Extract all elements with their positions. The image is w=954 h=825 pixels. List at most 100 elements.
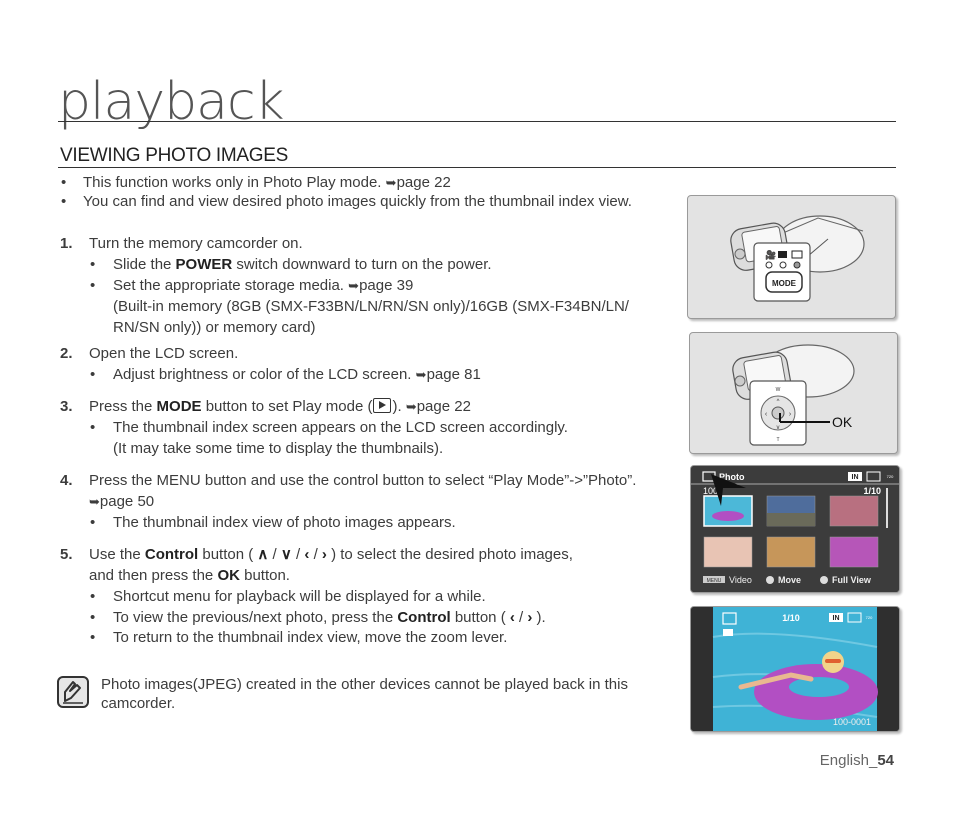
step-5-bullet-1: Shortcut menu for playback will be displ… bbox=[113, 588, 486, 605]
bullet-dot: • bbox=[90, 588, 96, 605]
bullet-dot: • bbox=[90, 366, 96, 383]
step-2-text: Open the LCD screen. bbox=[89, 345, 239, 362]
movie-icon: 🎥 bbox=[765, 249, 776, 261]
figure-full-view-screen: 1/10 IN 720 100-0001 bbox=[690, 606, 900, 732]
lcd-full-view: 1/10 IN 720 100-0001 bbox=[691, 607, 899, 731]
bullet-dot: • bbox=[90, 419, 96, 436]
storage-badge: IN bbox=[833, 615, 840, 622]
figure-thumbnail-screen: Photo IN 720 100- 1/10 MENU Video Move F… bbox=[690, 465, 900, 593]
text: ). bbox=[532, 609, 546, 626]
bullet-dot: • bbox=[90, 514, 96, 531]
page-ref-arrow-icon: ➥ bbox=[385, 175, 397, 190]
footer-move: Move bbox=[778, 575, 801, 585]
camera-icon bbox=[778, 251, 787, 258]
page-ref-link[interactable]: page 22 bbox=[417, 398, 471, 415]
step-2-bullet-1: Adjust brightness or color of the LCD sc… bbox=[113, 364, 481, 385]
thumbnail-purple-flowers[interactable] bbox=[829, 536, 879, 568]
text: button ( bbox=[450, 609, 510, 626]
text: button. bbox=[239, 567, 290, 584]
menu-key-label: MENU bbox=[707, 578, 722, 584]
step-number: 1. bbox=[60, 235, 73, 252]
page-ref-link[interactable]: page 50 bbox=[100, 493, 154, 510]
text: To view the previous/next photo, press t… bbox=[113, 609, 398, 626]
text: button ( bbox=[198, 546, 258, 563]
lcd-thumbnail-view: Photo IN 720 100- 1/10 MENU Video Move F… bbox=[691, 466, 899, 592]
text: ) to select the desired photo images, bbox=[326, 546, 573, 563]
text: Adjust brightness or color of the LCD sc… bbox=[113, 366, 416, 383]
thumbnail-pink-forest[interactable] bbox=[829, 495, 879, 527]
page-footer: English_54 bbox=[820, 752, 894, 769]
text: Press the bbox=[89, 398, 157, 415]
step-4-bullet-1: The thumbnail index view of photo images… bbox=[113, 514, 456, 531]
step-4-text: Press the MENU button and use the contro… bbox=[89, 472, 637, 489]
bullet-dot: • bbox=[90, 277, 96, 294]
storage-badge: IN bbox=[852, 474, 859, 481]
page-ref-link[interactable]: page 22 bbox=[397, 174, 451, 191]
move-dial-icon bbox=[766, 576, 774, 584]
counter: 1/10 bbox=[863, 486, 881, 496]
intro-bullet-1: This function works only in Photo Play m… bbox=[83, 172, 451, 193]
ok-button[interactable] bbox=[771, 406, 785, 420]
note-text-line1: Photo images(JPEG) created in the other … bbox=[101, 676, 628, 693]
resolution-badge-icon: 720 bbox=[887, 474, 894, 479]
step-number: 4. bbox=[60, 472, 73, 489]
page-ref-link[interactable]: page 81 bbox=[427, 366, 481, 383]
bullet-dot: • bbox=[90, 609, 96, 626]
ok-dial-icon bbox=[820, 576, 828, 584]
control-label: Control bbox=[144, 546, 199, 563]
control-label: Control bbox=[397, 609, 451, 626]
step-3-bullet-1-cont: (It may take some time to display the th… bbox=[113, 440, 444, 457]
text: switch downward to turn on the power. bbox=[232, 256, 492, 273]
step-3-bullet-1: The thumbnail index screen appears on th… bbox=[113, 419, 568, 436]
bullet-dot: • bbox=[90, 629, 96, 646]
step-5-text-line2: and then press the OK button. bbox=[89, 565, 290, 586]
play-mode-icon bbox=[373, 398, 392, 413]
left-arrow-icon: ‹ bbox=[509, 609, 515, 626]
text: Slide the bbox=[113, 256, 176, 273]
figure-mode-button: 🎥 MODE bbox=[687, 195, 896, 319]
left-arrow-icon: ‹ bbox=[304, 546, 310, 563]
thumbnail-beach-sand[interactable] bbox=[703, 536, 753, 568]
intro-bullet-1-text: This function works only in Photo Play m… bbox=[83, 174, 386, 191]
camcorder-illustration: 🎥 MODE bbox=[730, 215, 865, 302]
section-title: VIEWING PHOTO IMAGES bbox=[60, 145, 289, 166]
ok-label: OK bbox=[217, 567, 240, 584]
note-pencil-icon bbox=[57, 676, 89, 708]
page-ref-arrow-icon: ➥ bbox=[405, 399, 417, 414]
camcorder-illustration: W ^ ‹ › v T OK bbox=[732, 344, 855, 446]
step-1-bullet-2-cont: (Built-in memory (8GB (SMX-F33BN/LN/RN/S… bbox=[113, 298, 629, 315]
note-pencil-glyph bbox=[63, 681, 83, 704]
ok-label: OK bbox=[832, 414, 853, 430]
zoom-w-label: W bbox=[776, 387, 781, 393]
mode-button-label: MODE bbox=[772, 279, 797, 288]
bullet-dot: • bbox=[61, 193, 67, 210]
step-5-bullet-3: To return to the thumbnail index view, m… bbox=[113, 629, 508, 646]
page-number: 54 bbox=[877, 752, 894, 769]
resolution-badge-icon: 720 bbox=[866, 615, 873, 620]
image-size-icon bbox=[723, 629, 733, 636]
zoom-t-label: T bbox=[776, 437, 779, 443]
page-ref-link[interactable]: page 39 bbox=[359, 277, 413, 294]
up-arrow-icon: ∧ bbox=[257, 546, 269, 563]
text: button to set Play mode ( bbox=[201, 398, 373, 415]
step-number: 5. bbox=[60, 546, 73, 563]
bullet-dot: • bbox=[90, 256, 96, 273]
footer-full-view: Full View bbox=[832, 575, 872, 585]
step-3-text: Press the MODE button to set Play mode (… bbox=[89, 396, 471, 417]
step-5-text: Use the Control button ( ∧ / ∨ / ‹ / › )… bbox=[89, 546, 573, 563]
scrollbar[interactable] bbox=[886, 488, 888, 528]
step-1-bullet-2-cont: RN/SN only)) or memory card) bbox=[113, 319, 316, 336]
step-1-bullet-2: Set the appropriate storage media. ➥page… bbox=[113, 275, 413, 296]
down-arrow-icon: v bbox=[777, 425, 780, 431]
section-divider bbox=[58, 167, 896, 168]
page-title: playback bbox=[58, 72, 285, 132]
counter: 1/10 bbox=[782, 613, 800, 623]
step-4-ref: ➥page 50 bbox=[89, 491, 154, 512]
page-ref-arrow-icon: ➥ bbox=[415, 367, 427, 382]
power-label: POWER bbox=[175, 256, 233, 273]
thumbnail-desert-person[interactable] bbox=[766, 536, 816, 568]
step-1-bullet-1: Slide the POWER switch downward to turn … bbox=[113, 254, 492, 275]
intro-bullet-2: You can find and view desired photo imag… bbox=[83, 193, 632, 210]
down-arrow-icon: ∨ bbox=[280, 546, 292, 563]
text: and then press the bbox=[89, 567, 218, 584]
